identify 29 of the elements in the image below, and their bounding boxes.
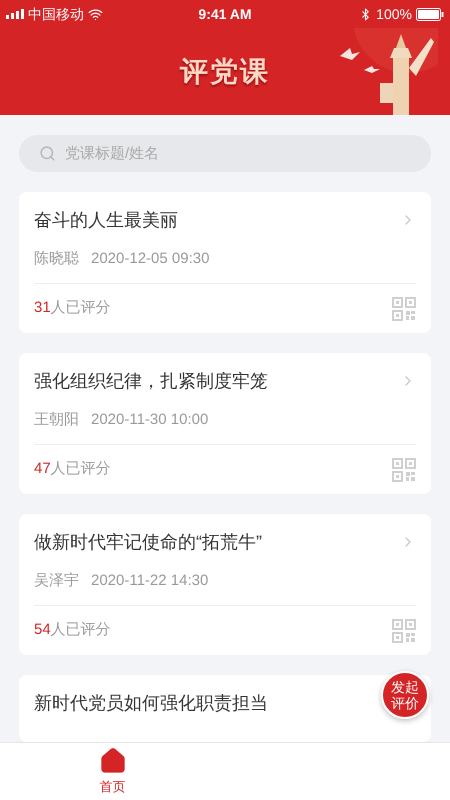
- search-icon: [39, 145, 56, 162]
- course-card[interactable]: 奋斗的人生最美丽 陈晓聪 2020-12-05 09:30 31人已评分: [19, 192, 431, 333]
- search-field[interactable]: 党课标题/姓名: [19, 135, 431, 172]
- battery-icon: [416, 8, 444, 20]
- signal-icon: [6, 9, 24, 19]
- clock-time: 9:41 AM: [198, 4, 252, 24]
- course-title: 强化组织纪律，扎紧制度牢笼: [34, 370, 268, 392]
- battery-percent: 100%: [376, 4, 412, 24]
- course-author: 陈晓聪: [34, 248, 79, 269]
- course-author: 吴泽宇: [34, 570, 79, 591]
- page-title: 评党课: [180, 54, 270, 88]
- rating-count: 54人已评分: [34, 620, 111, 640]
- course-datetime: 2020-11-30 10:00: [91, 410, 208, 430]
- course-card[interactable]: 强化组织纪律，扎紧制度牢笼 王朝阳 2020-11-30 10:00 47人已评分: [19, 353, 431, 494]
- course-title: 奋斗的人生最美丽: [34, 208, 178, 232]
- course-datetime: 2020-12-05 09:30: [91, 248, 210, 269]
- rating-count: 31人已评分: [34, 298, 111, 318]
- carrier-name: 中国移动: [28, 4, 84, 24]
- qr-code-icon[interactable]: [392, 458, 416, 482]
- course-author: 王朝阳: [34, 410, 79, 430]
- rating-count: 47人已评分: [34, 459, 111, 480]
- course-title: 做新时代牢记使命的“拓荒牛”: [34, 530, 262, 554]
- home-icon: [98, 746, 126, 775]
- qr-code-icon[interactable]: [392, 618, 416, 642]
- course-title: 新时代党员如何强化职责担当: [34, 692, 268, 714]
- course-datetime: 2020-11-22 14:30: [91, 570, 208, 591]
- qr-code-icon[interactable]: [392, 296, 416, 320]
- course-card[interactable]: 做新时代牢记使命的“拓荒牛” 吴泽宇 2020-11-22 14:30 54人已评分: [19, 514, 431, 655]
- wifi-icon: [88, 6, 103, 22]
